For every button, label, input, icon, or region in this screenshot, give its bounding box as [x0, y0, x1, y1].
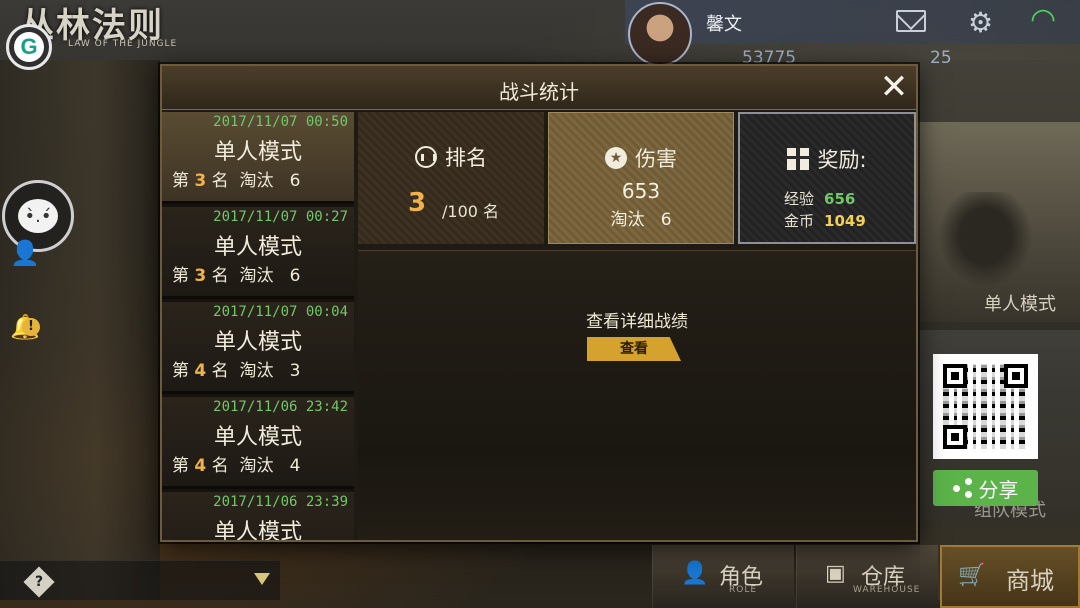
- detail-panel: 查看详细战绩 查看: [358, 250, 916, 540]
- detail-text: 查看详细战绩: [586, 312, 688, 332]
- reward-exp: 经验 656: [784, 190, 856, 208]
- qr-pattern: [943, 364, 1028, 449]
- g-button[interactable]: G: [6, 24, 52, 70]
- role-icon: 👤: [681, 561, 709, 586]
- history-date: 2017/11/06 23:42: [213, 399, 348, 415]
- history-item[interactable]: 2017/11/06 23:42 单人模式 第 4 名 淘汰 4: [162, 397, 354, 489]
- currency-diamond: 25: [930, 48, 952, 68]
- rank-stat-box: 排名 3 /100 名: [358, 112, 544, 244]
- logo-subtitle: LAW OF THE JUNGLE: [68, 39, 178, 49]
- profile-bar: [625, 0, 1080, 44]
- qr-finder: [943, 425, 967, 449]
- reward-title: 奖励:: [817, 148, 867, 172]
- damage-stat-box: 伤害 653 淘汰 6: [548, 112, 734, 244]
- history-item[interactable]: 2017/11/06 23:39 单人模式: [162, 492, 354, 540]
- history-item[interactable]: 2017/11/07 00:27 单人模式 第 3 名 淘汰 6: [162, 207, 354, 299]
- tab-warehouse-sub: WAREHOUSE: [853, 585, 921, 595]
- tab-shop[interactable]: 🛒 商城: [940, 545, 1080, 608]
- rank-value: 3: [408, 188, 427, 218]
- tab-shop-label: 商城: [1006, 567, 1054, 595]
- history-result: 第 3 名 淘汰 6: [172, 171, 301, 191]
- medal-icon: [605, 147, 627, 169]
- modal-header: 战斗统计 ✕: [162, 66, 916, 110]
- tab-role[interactable]: 👤 角色 ROLE: [652, 545, 794, 608]
- history-mode: 单人模式: [213, 235, 302, 260]
- chat-face-icon: •̀.•́: [18, 199, 58, 233]
- alert-icon: !: [22, 318, 40, 336]
- gear-icon[interactable]: ⚙: [968, 6, 993, 39]
- avatar[interactable]: [628, 2, 692, 66]
- battle-stats-modal: 战斗统计 ✕ 2017/11/07 00:50 单人模式 第 3 名 淘汰 6 …: [160, 64, 918, 542]
- modal-title: 战斗统计: [499, 80, 579, 104]
- mail-icon[interactable]: [896, 10, 926, 32]
- g-icon: G: [14, 32, 44, 62]
- help-icon[interactable]: ?: [23, 566, 55, 598]
- history-date: 2017/11/06 23:39: [213, 494, 348, 510]
- damage-title: 伤害: [635, 147, 677, 171]
- friends-icon[interactable]: 👤: [8, 236, 42, 270]
- history-result: 第 4 名 淘汰 4: [172, 456, 301, 476]
- history-mode: 单人模式: [213, 140, 302, 165]
- history-item[interactable]: 2017/11/07 00:04 单人模式 第 4 名 淘汰 3: [162, 302, 354, 394]
- share-icon: [952, 478, 973, 498]
- history-result: 第 4 名 淘汰 3: [172, 361, 301, 381]
- match-history-list[interactable]: 2017/11/07 00:50 单人模式 第 3 名 淘汰 6 2017/11…: [162, 112, 354, 540]
- damage-kills: 淘汰 6: [610, 210, 672, 230]
- rank-total: /100 名: [442, 202, 500, 221]
- cart-icon: 🛒: [958, 563, 986, 588]
- username: 馨文: [706, 14, 742, 35]
- share-button[interactable]: 分享: [933, 470, 1038, 506]
- reward-stat-box: 奖励: 经验 656 金币 1049: [738, 112, 916, 244]
- history-mode: 单人模式: [213, 520, 302, 540]
- damage-value: 653: [621, 179, 661, 203]
- tab-warehouse[interactable]: ▣ 仓库 WAREHOUSE: [796, 545, 938, 608]
- channel-dropdown[interactable]: ?: [0, 560, 280, 600]
- tab-role-sub: ROLE: [729, 585, 758, 595]
- qr-finder: [1004, 364, 1028, 388]
- reward-gold: 金币 1049: [784, 212, 866, 230]
- rank-title: 排名: [445, 146, 487, 170]
- wifi-icon: ◠: [1030, 2, 1057, 37]
- history-result: 第 3 名 淘汰 6: [172, 266, 301, 286]
- gift-icon: [787, 148, 810, 170]
- rank-icon: [415, 146, 437, 168]
- single-mode-label: 单人模式: [984, 294, 1056, 315]
- qr-code: [933, 354, 1038, 459]
- history-mode: 单人模式: [213, 425, 302, 450]
- history-date: 2017/11/07 00:04: [213, 304, 348, 320]
- history-date: 2017/11/07 00:27: [213, 209, 348, 225]
- soldier-figure: [936, 192, 1046, 302]
- view-details-button[interactable]: 查看: [587, 337, 681, 361]
- history-date: 2017/11/07 00:50: [213, 114, 348, 130]
- close-button[interactable]: ✕: [878, 70, 910, 104]
- warehouse-icon: ▣: [825, 561, 846, 586]
- chevron-down-icon[interactable]: [254, 573, 270, 585]
- history-mode: 单人模式: [213, 330, 302, 355]
- qr-finder: [943, 364, 967, 388]
- history-item[interactable]: 2017/11/07 00:50 单人模式 第 3 名 淘汰 6: [162, 112, 354, 204]
- share-label: 分享: [978, 477, 1019, 502]
